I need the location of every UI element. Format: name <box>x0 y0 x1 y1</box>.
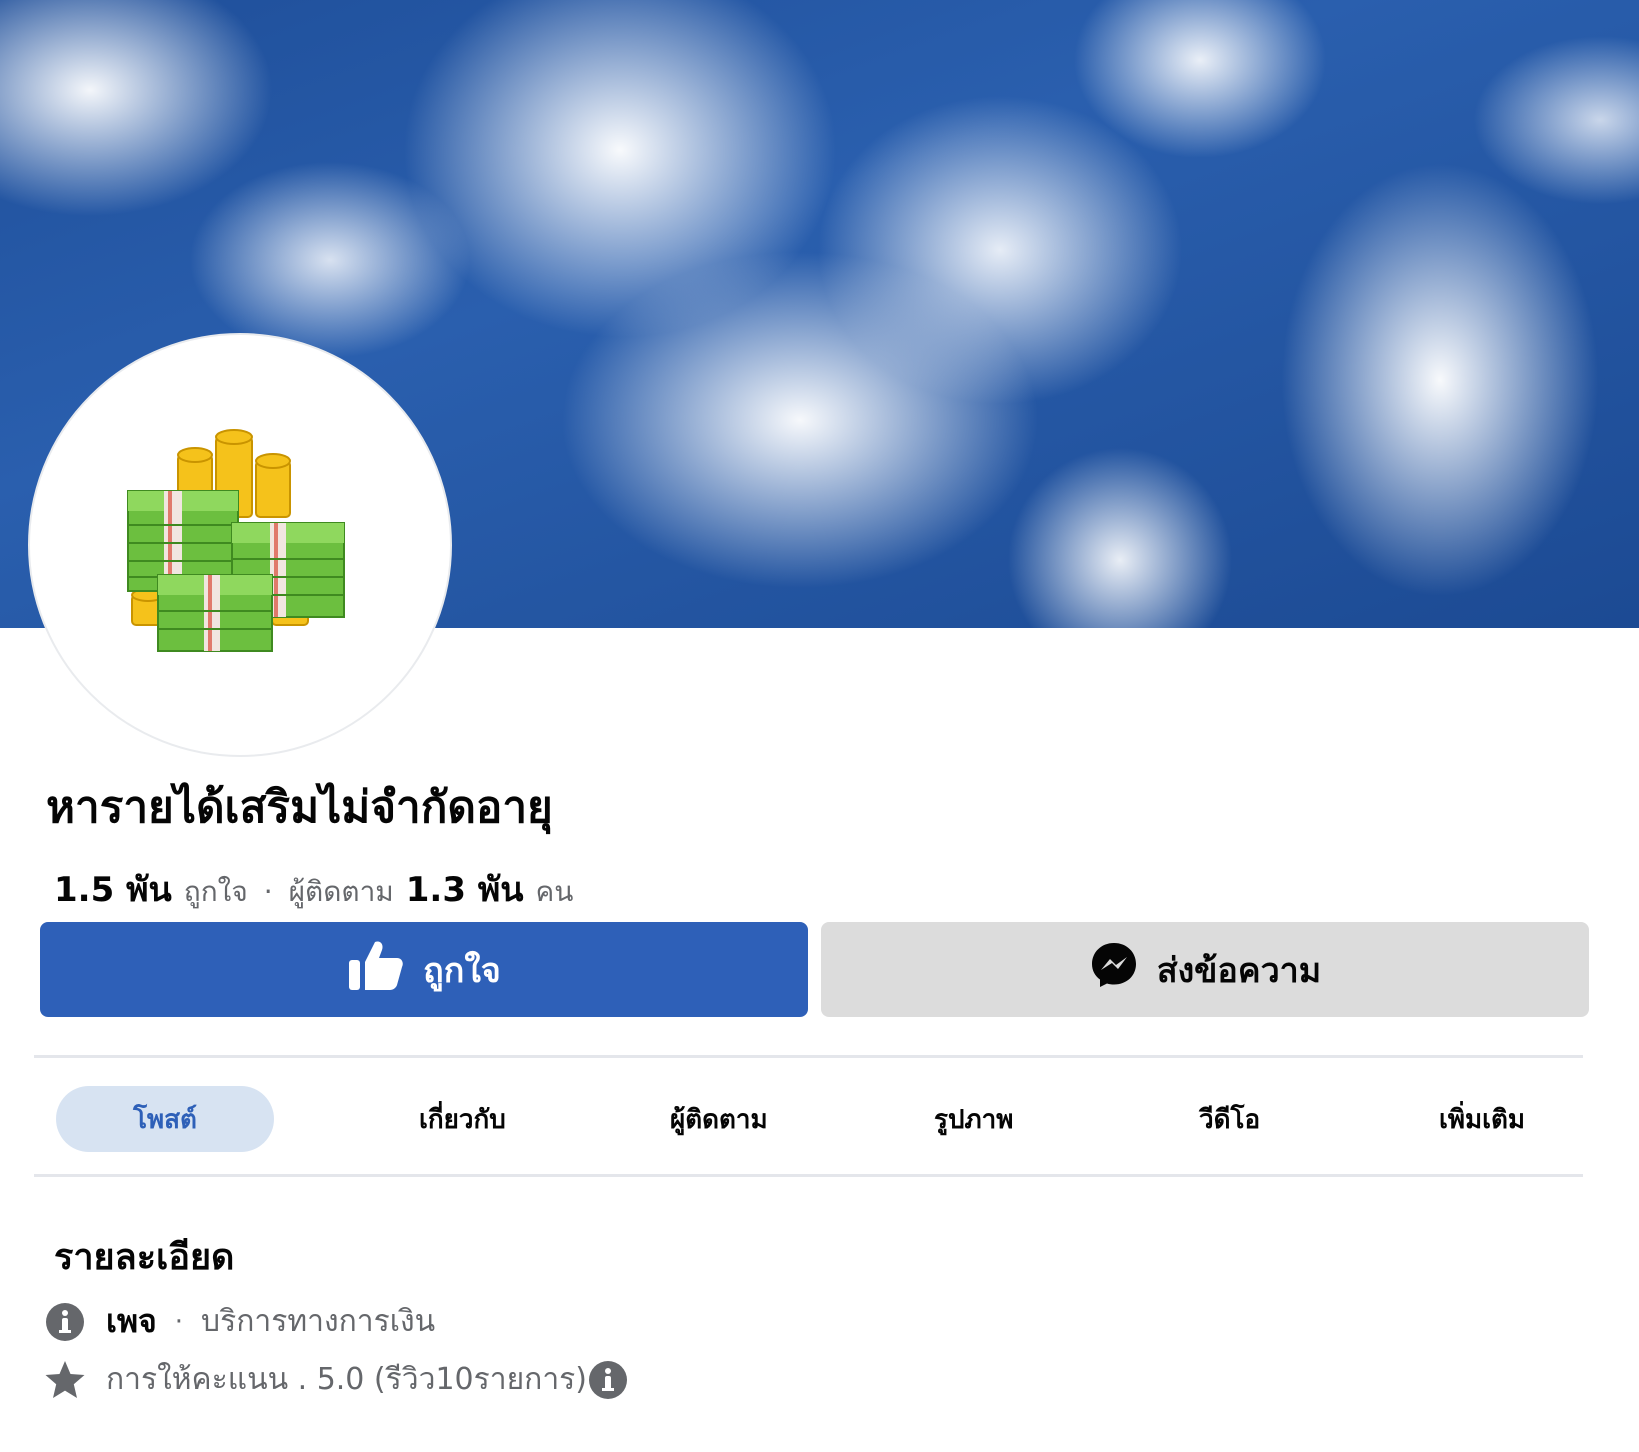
followers-count[interactable]: 1.3 พัน <box>406 862 524 916</box>
details-heading: รายละเอียด <box>54 1237 235 1278</box>
category-row: เพจ · บริการทางการเงิน <box>44 1296 435 1347</box>
thumbs-up-icon <box>347 938 405 1001</box>
send-message-label: ส่งข้อความ <box>1156 950 1322 991</box>
likes-label: ถูกใจ <box>183 875 248 908</box>
page-title: หารายได้เสริมไม่จำกัดอายุ <box>46 782 553 833</box>
tab-videos[interactable]: วีดีโอ <box>1199 1086 1260 1152</box>
info-icon <box>44 1301 86 1343</box>
followers-unit: คน <box>535 875 574 908</box>
likes-count[interactable]: 1.5 พัน <box>54 862 172 916</box>
tab-posts[interactable]: โพสต์ <box>56 1086 274 1152</box>
profile-picture[interactable] <box>28 333 452 757</box>
star-icon <box>44 1359 86 1401</box>
divider <box>34 1055 1583 1058</box>
tab-about[interactable]: เกี่ยวกับ <box>419 1086 506 1152</box>
rating-text[interactable]: การให้คะแนน . 5.0 (รีวิว10รายการ) <box>106 1356 587 1403</box>
stats-separator: · <box>263 875 273 908</box>
like-button-label: ถูกใจ <box>423 950 501 991</box>
page-stats: 1.5 พัน ถูกใจ · ผู้ติดตาม 1.3 พัน คน <box>54 862 573 916</box>
category-separator: · <box>174 1306 184 1337</box>
divider <box>34 1174 1583 1177</box>
page-tabs: โพสต์ เกี่ยวกับ ผู้ติดตาม รูปภาพ วีดีโอ … <box>34 1086 1583 1152</box>
send-message-button[interactable]: ส่งข้อความ <box>821 922 1589 1017</box>
tab-followers[interactable]: ผู้ติดตาม <box>670 1086 768 1152</box>
followers-label: ผู้ติดตาม <box>288 875 394 908</box>
page-category[interactable]: บริการทางการเงิน <box>201 1298 435 1345</box>
like-button[interactable]: ถูกใจ <box>40 922 808 1017</box>
rating-row: การให้คะแนน . 5.0 (รีวิว10รายการ) <box>44 1356 629 1403</box>
tab-more[interactable]: เพิ่มเติม <box>1439 1086 1525 1152</box>
page-kind: เพจ <box>106 1302 157 1340</box>
rating-info-icon[interactable] <box>587 1359 629 1401</box>
tab-photos[interactable]: รูปภาพ <box>934 1086 1013 1152</box>
money-stack-icon <box>127 429 345 652</box>
messenger-icon <box>1089 940 1139 999</box>
